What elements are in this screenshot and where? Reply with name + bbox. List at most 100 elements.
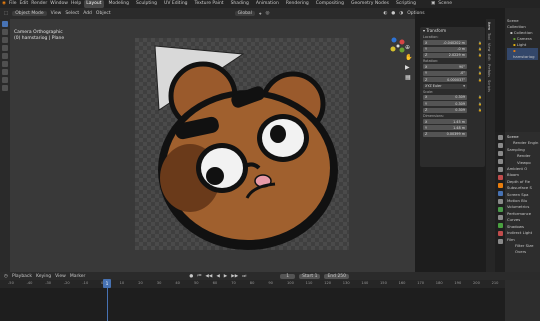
rotation-x-row[interactable]: X 90° 🔒 (423, 64, 482, 70)
scene-props-icon[interactable] (497, 167, 503, 172)
dimensions-z-row[interactable]: Z 0.00399 m (423, 131, 482, 137)
play-icon[interactable]: ▶ (224, 274, 227, 279)
scale-z-field[interactable]: Z 0.309 (423, 107, 467, 113)
timeline-editor-icon[interactable]: ◷ (4, 274, 8, 279)
scale-z-row[interactable]: Z 0.309 🔒 (423, 107, 482, 113)
rotate-tool-icon[interactable] (2, 45, 8, 51)
snap-icon[interactable]: ⌖ (259, 11, 262, 17)
constraints-props-icon[interactable] (497, 215, 503, 220)
tab-modeling[interactable]: Modeling (107, 0, 131, 8)
lock-icon[interactable]: 🔒 (478, 102, 482, 106)
rotation-z-field[interactable]: Z 0.000037° (423, 77, 467, 83)
data-props-icon[interactable] (497, 223, 503, 228)
view-layer-props-icon[interactable] (497, 159, 503, 164)
location-x-field[interactable]: X -0.040202 m (423, 40, 467, 46)
rotation-z-row[interactable]: Z 0.000037° 🔒 (423, 77, 482, 83)
header-menu-object[interactable]: Object (96, 11, 111, 16)
menu-window[interactable]: Window (50, 0, 68, 8)
prev-key-icon[interactable]: ◀◀ (205, 274, 212, 279)
hand-pan-icon[interactable]: ✋ (405, 54, 412, 61)
scene-name[interactable]: Scene (438, 0, 452, 8)
timeline-menu-marker[interactable]: Marker (70, 274, 86, 279)
lock-icon[interactable]: 🔒 (478, 41, 482, 45)
dimensions-x-field[interactable]: X 1.45 m (423, 119, 467, 125)
tab-geometry-nodes[interactable]: Geometry Nodes (349, 0, 391, 8)
timeline-menu-playback[interactable]: Playback (12, 274, 32, 279)
play-reverse-icon[interactable]: ◀ (216, 274, 219, 279)
scale-tool-icon[interactable] (2, 53, 8, 59)
tab-texture-paint[interactable]: Texture Paint (193, 0, 226, 8)
add-cube-tool-icon[interactable] (2, 85, 8, 91)
location-y-row[interactable]: Y -0 m 🔒 (423, 46, 482, 52)
tab-prefabs[interactable]: Prefabs (487, 64, 491, 77)
world-props-icon[interactable] (497, 175, 503, 180)
grid-view-icon[interactable]: ▦ (405, 74, 412, 81)
menu-file[interactable]: File (9, 0, 17, 8)
transform-tool-icon[interactable] (2, 61, 8, 67)
scale-x-row[interactable]: X 0.309 🔒 (423, 94, 482, 100)
transform-orientation-select[interactable]: Global (234, 11, 255, 16)
timeline-body[interactable] (0, 288, 505, 321)
tab-shading[interactable]: Shading (229, 0, 251, 8)
tab-edit[interactable]: Edit (487, 54, 491, 61)
material-props-icon[interactable] (497, 231, 503, 236)
camera-view-icon[interactable]: ▶ (405, 64, 412, 71)
playhead-frame-indicator[interactable]: 1 (103, 279, 111, 288)
current-frame-field[interactable]: 1 (280, 273, 296, 279)
zoom-icon[interactable]: ⊕ (405, 44, 412, 51)
move-tool-icon[interactable] (2, 37, 8, 43)
timeline-menu-view[interactable]: View (55, 274, 66, 279)
location-y-field[interactable]: Y -0 m (423, 46, 467, 52)
physics-props-icon[interactable] (497, 207, 503, 212)
transform-panel-header[interactable]: ▾ Transform (420, 27, 485, 34)
lock-icon[interactable]: 🔒 (478, 47, 482, 51)
rotation-x-field[interactable]: X 90° (423, 64, 467, 70)
lock-icon[interactable]: 🔒 (478, 95, 482, 99)
shading-solid-icon[interactable]: ● (391, 11, 395, 16)
tab-rendering[interactable]: Rendering (284, 0, 311, 8)
next-key-icon[interactable]: ▶▶ (231, 274, 238, 279)
tab-tool[interactable]: Tool (487, 33, 491, 40)
dimensions-y-field[interactable]: Y 1.48 m (423, 125, 467, 131)
scene-icon[interactable]: ▣ (431, 0, 435, 8)
outliner-item-hamstariog[interactable]: ▪ hamstariog (507, 48, 538, 60)
header-menu-view[interactable]: View (51, 11, 62, 16)
editor-type-icon[interactable]: ⬚ (4, 11, 8, 16)
tool-props-icon[interactable] (497, 135, 503, 140)
timeline-ruler[interactable]: -50-40-30-20-100102030405060708090100110… (0, 280, 505, 288)
object-props-icon[interactable] (497, 183, 503, 188)
dimensions-z-field[interactable]: Z 0.00399 m (423, 131, 467, 137)
rotation-y-row[interactable]: Y -0° 🔒 (423, 70, 482, 76)
lock-icon[interactable]: 🔒 (478, 53, 482, 57)
overscan-row[interactable]: Overs (507, 249, 538, 255)
render-props-icon[interactable] (497, 143, 503, 148)
header-menu-add[interactable]: Add (83, 11, 92, 16)
rotation-y-field[interactable]: Y -0° (423, 70, 467, 76)
rotation-mode-row[interactable]: XYZ Euler ▾ (423, 83, 482, 89)
location-x-row[interactable]: X -0.040202 m 🔒 (423, 40, 482, 46)
record-button[interactable]: ● (189, 274, 193, 279)
lock-icon[interactable]: 🔒 (478, 108, 482, 112)
tab-sculpting[interactable]: Sculpting (134, 0, 159, 8)
jump-start-icon[interactable]: ⏮ (197, 273, 201, 279)
overlay-icon[interactable]: ◐ (383, 11, 387, 16)
scale-y-row[interactable]: Y 0.309 🔒 (423, 101, 482, 107)
lock-icon[interactable]: 🔒 (478, 78, 482, 82)
mode-select[interactable]: Object Mode (12, 11, 47, 16)
rotation-mode-select[interactable]: XYZ Euler ▾ (423, 83, 467, 89)
tab-scripting[interactable]: Scripting (394, 0, 418, 8)
tab-uv-editing[interactable]: UV Editing (162, 0, 189, 8)
outliner-scene-collection[interactable]: Scene Collection (507, 18, 538, 30)
jump-end-icon[interactable]: ⏭ (242, 273, 246, 279)
lock-icon[interactable]: 🔒 (478, 65, 482, 69)
proportional-icon[interactable]: ◎ (265, 11, 269, 16)
location-z-field[interactable]: Z 2.0229 m (423, 52, 467, 58)
tab-layout[interactable]: Layout (84, 0, 104, 8)
annotate-tool-icon[interactable] (2, 69, 8, 75)
options-dropdown[interactable]: Options (407, 11, 424, 16)
particles-props-icon[interactable] (497, 199, 503, 204)
modifier-props-icon[interactable] (497, 191, 503, 196)
end-frame-field[interactable]: End 250 (324, 273, 350, 279)
header-menu-select[interactable]: Select (65, 11, 79, 16)
scale-y-field[interactable]: Y 0.309 (423, 101, 467, 107)
